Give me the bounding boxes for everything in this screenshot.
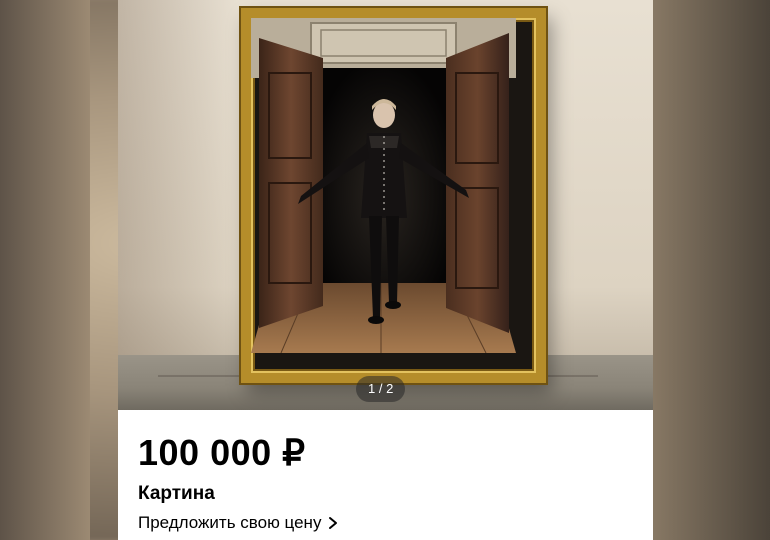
offer-price-link[interactable]: Предложить свою цену — [138, 513, 339, 533]
listing-photo[interactable]: 1 / 2 — [118, 0, 653, 410]
listing-title: Картина — [138, 483, 215, 504]
background-right-edge — [640, 0, 770, 540]
background-left-edge — [0, 0, 90, 540]
photo-pager: 1 / 2 — [356, 376, 406, 402]
listing-info-card: 100 000 ₽ Картина Предложить свою цену — [118, 410, 653, 540]
picture-frame — [241, 8, 546, 383]
offer-price-label: Предложить свою цену — [138, 513, 322, 532]
price: 100 000 ₽ — [138, 432, 306, 473]
painting-image — [251, 18, 516, 353]
wall-shadow — [118, 0, 238, 410]
pager-text: 1 / 2 — [368, 381, 394, 396]
chevron-right-icon — [329, 517, 338, 529]
